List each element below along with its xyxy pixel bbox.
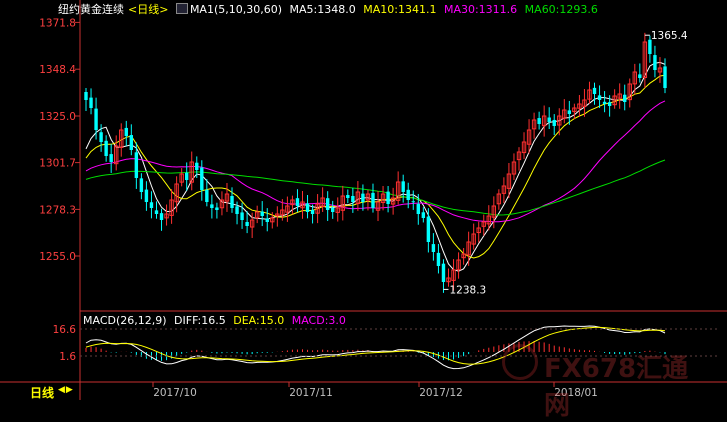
macd-diff-value: DIFF:16.5 — [174, 314, 226, 327]
candle-body-down — [215, 207, 219, 210]
macd-value: MACD:3.0 — [291, 314, 346, 327]
candle-body-down — [547, 117, 551, 122]
candle-body-down — [416, 203, 420, 214]
candle-body-down — [124, 127, 128, 136]
candle-body-down — [159, 213, 164, 220]
watermark-logo-icon — [502, 344, 538, 380]
candle-body-down — [592, 87, 597, 94]
moving-average-lines — [85, 61, 666, 272]
price-legend: 纽约黄金连续 <日线> MA1(5,10,30,60) MA5:1348.0 MA… — [58, 1, 602, 16]
low-price-label: 1238.3 — [449, 284, 486, 296]
candle-body-down — [331, 207, 335, 212]
candle-body-down — [607, 102, 612, 106]
candle-body-down — [129, 135, 134, 150]
candle-body-down — [265, 218, 269, 222]
candle-body-down — [623, 94, 627, 102]
candle-body-down — [653, 55, 657, 70]
candle-body-down — [406, 189, 410, 200]
macd-dea-value: DEA:15.0 — [233, 314, 285, 327]
candle-body-down — [195, 162, 199, 170]
macd-tick-label: 16.6 — [53, 324, 77, 336]
watermark-text: FX678汇通网 — [544, 354, 689, 421]
candlestick-series[interactable] — [84, 32, 667, 293]
candle-body-down — [602, 101, 607, 104]
candle-body-down — [235, 206, 239, 214]
candle-body-down — [240, 212, 244, 220]
macd-tick-label: 1.6 — [59, 351, 76, 363]
candle-body-down — [295, 198, 300, 206]
period-arrows-icon[interactable]: ◀▶ — [58, 385, 74, 395]
candle-body-down — [310, 209, 315, 214]
candle-body-down — [184, 172, 189, 180]
candle-body-down — [134, 152, 139, 178]
candle-body-down — [205, 189, 209, 202]
x-tick-label: 2017/11 — [289, 387, 333, 399]
x-tick-label: 2017/12 — [419, 387, 463, 399]
symbol-title: 纽约黄金连续 — [58, 3, 124, 16]
ma-indicator-icon[interactable] — [175, 3, 188, 14]
macd-params-label: MACD(26,12,9) — [83, 314, 167, 327]
high-price-label: 1365.4 — [651, 30, 688, 42]
candle-body-down — [154, 210, 159, 214]
candle-body-down — [99, 132, 103, 142]
ma5-value: MA5:1348.0 — [289, 3, 356, 16]
candle-body-down — [89, 97, 93, 108]
candle-body-down — [144, 189, 149, 202]
candle-body-down — [149, 202, 154, 208]
y-tick-label: 1371.8 — [39, 17, 76, 29]
y-tick-label: 1325.0 — [39, 111, 76, 123]
y-tick-label: 1348.4 — [39, 64, 76, 76]
period-tab-daily[interactable]: 日线 — [30, 384, 54, 401]
candle-body-down — [260, 211, 264, 216]
candle-body-down — [361, 193, 365, 202]
candle-body-down — [386, 191, 390, 204]
candle-body-down — [200, 167, 204, 190]
x-tick-label: 2017/10 — [153, 387, 197, 399]
candle-body-down — [441, 263, 446, 282]
ma-params-label: MA1(5,10,30,60) — [189, 3, 283, 16]
candle-body-down — [210, 204, 214, 208]
candle-body-down — [94, 108, 98, 130]
candle-body-down — [351, 195, 355, 202]
candle-body-down — [411, 201, 415, 203]
ma10-value: MA10:1341.1 — [363, 3, 437, 16]
candle-body-down — [552, 119, 556, 126]
ma30-value: MA30:1311.6 — [443, 3, 518, 16]
candle-body-down — [346, 194, 350, 198]
y-tick-label: 1255.0 — [39, 251, 76, 263]
candle-body-down — [663, 66, 667, 88]
gold-daily-chart[interactable]: 1371.8 1348.4 1325.0 1301.7 1278.3 1255.0 1365… — [0, 0, 727, 400]
candle-body-down — [638, 74, 642, 78]
candle-body-down — [371, 192, 375, 208]
candle-body-down — [230, 195, 234, 208]
candle-body-down — [401, 181, 405, 192]
candle-body-down — [84, 92, 88, 100]
period-tag: <日线> — [128, 3, 169, 16]
candle-body-down — [426, 216, 431, 242]
candle-body-down — [104, 140, 108, 156]
macd-legend: MACD(26,12,9) DIFF:16.5 DEA:15.0 MACD:3.… — [83, 314, 350, 327]
candle-body-down — [245, 222, 249, 226]
watermark: FX678汇通网 — [502, 342, 712, 421]
candle-body-down — [305, 203, 310, 212]
candle-body-down — [139, 178, 144, 192]
candle-body-down — [431, 244, 436, 252]
candle-body-down — [421, 212, 426, 218]
candle-body-down — [537, 118, 541, 124]
candle-body-down — [109, 154, 113, 162]
candle-body-down — [567, 110, 572, 114]
candle-body-down — [597, 95, 602, 100]
candle-body-down — [325, 198, 330, 210]
y-tick-label: 1278.3 — [39, 204, 76, 216]
candle-body-down — [436, 252, 441, 266]
ma60-value: MA60:1293.6 — [524, 3, 598, 16]
y-tick-label: 1301.7 — [39, 158, 76, 170]
